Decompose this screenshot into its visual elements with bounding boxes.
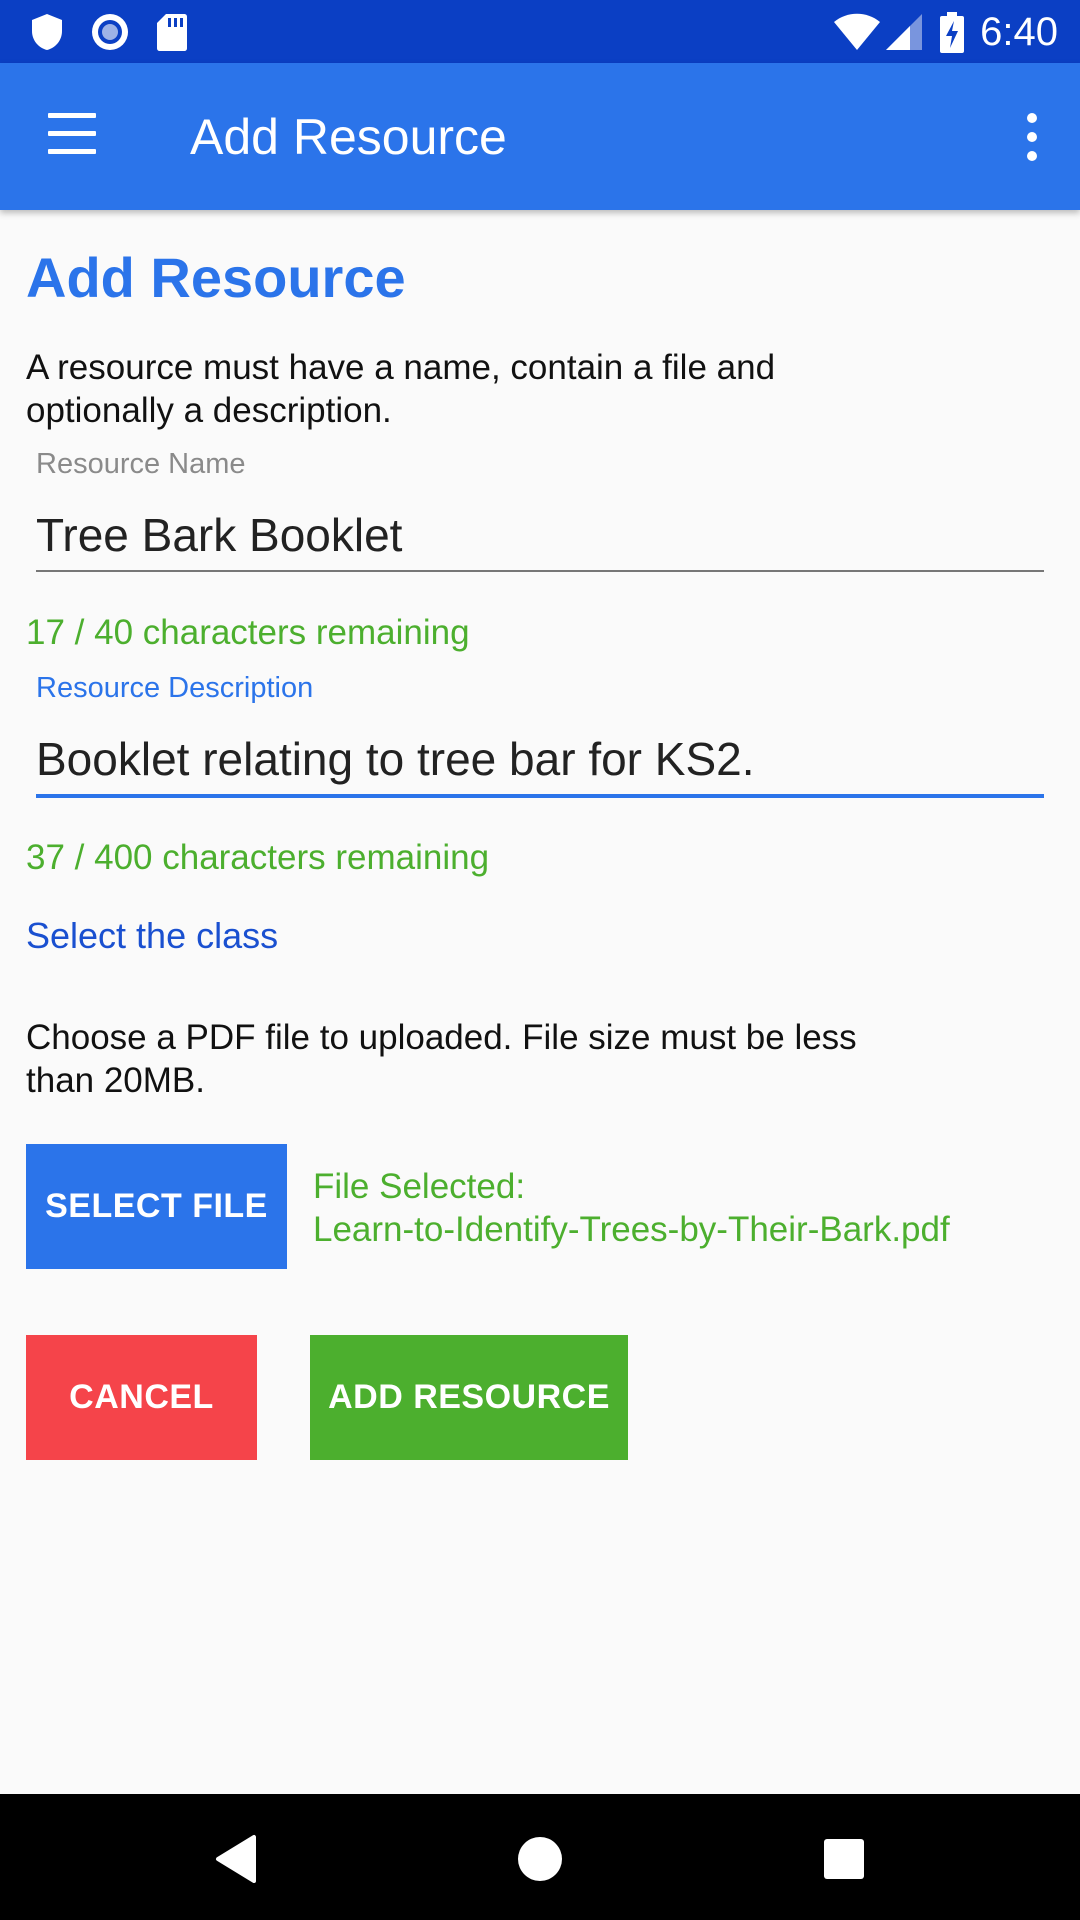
resource-name-label: Resource Name: [36, 448, 246, 480]
app-bar: Add Resource: [0, 63, 1080, 210]
file-selected-info: File Selected: Learn-to-Identify-Trees-b…: [313, 1165, 950, 1251]
resource-name-input[interactable]: [36, 504, 1044, 566]
wifi-icon: [834, 13, 880, 50]
resource-description-counter: 37 / 400 characters remaining: [26, 838, 490, 877]
file-selected-name: Learn-to-Identify-Trees-by-Their-Bark.pd…: [313, 1210, 950, 1249]
resource-description-underline: [36, 794, 1044, 798]
resource-name-counter: 17 / 40 characters remaining: [26, 613, 470, 652]
resource-description-input[interactable]: [36, 728, 1044, 790]
more-vert-icon[interactable]: [1012, 109, 1052, 165]
intro-text: A resource must have a name, contain a f…: [26, 348, 776, 430]
app-bar-title: Add Resource: [190, 109, 507, 165]
back-icon[interactable]: [200, 1824, 270, 1894]
resource-description-label: Resource Description: [36, 672, 314, 704]
record-icon: [92, 14, 128, 50]
file-instructions: Choose a PDF file to uploaded. File size…: [26, 1018, 857, 1100]
file-selected-label: File Selected:: [313, 1167, 526, 1206]
sd-card-icon: [157, 14, 187, 51]
hamburger-menu-icon[interactable]: [40, 113, 100, 159]
select-class-link[interactable]: Select the class: [26, 914, 278, 958]
clock: 6:40: [980, 10, 1058, 54]
select-file-button[interactable]: SELECT FILE: [26, 1144, 287, 1269]
recents-icon[interactable]: [809, 1824, 879, 1894]
resource-name-underline: [36, 570, 1044, 572]
battery-charging-icon: [940, 12, 964, 53]
page-title: Add Resource: [26, 246, 406, 309]
status-bar: 6:40: [0, 0, 1080, 63]
home-icon[interactable]: [505, 1824, 575, 1894]
navigation-bar: [0, 1794, 1080, 1920]
shield-icon: [32, 14, 62, 50]
add-resource-button[interactable]: ADD RESOURCE: [310, 1335, 628, 1460]
cancel-button[interactable]: CANCEL: [26, 1335, 257, 1460]
signal-icon: [886, 14, 922, 50]
